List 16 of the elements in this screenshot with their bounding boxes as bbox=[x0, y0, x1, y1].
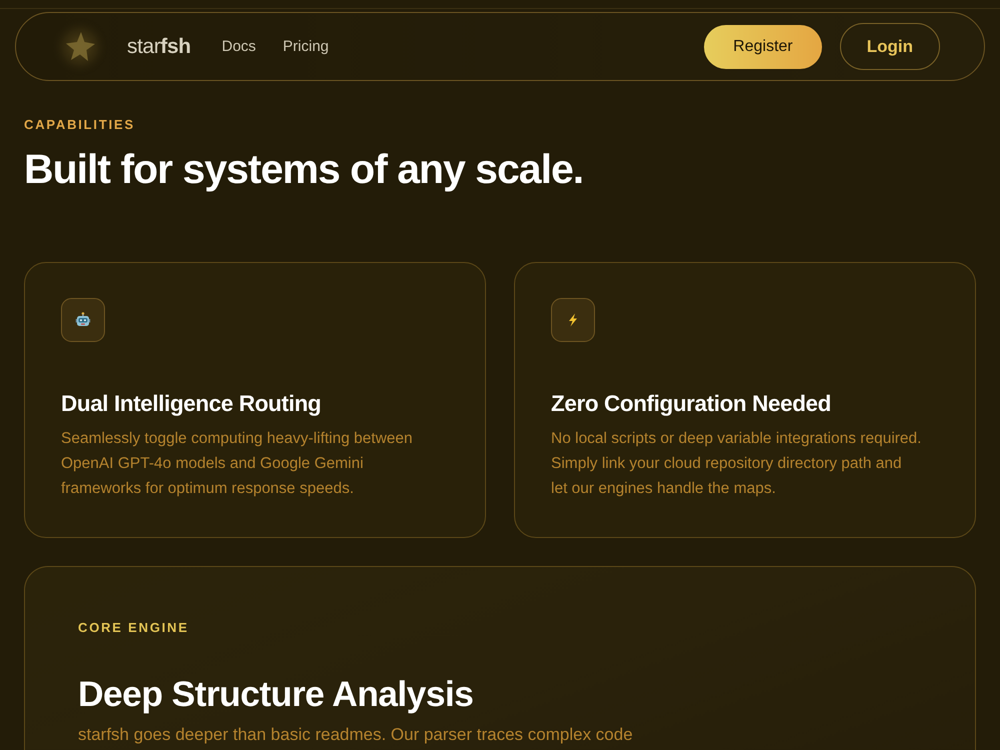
lightning-icon bbox=[551, 298, 595, 342]
feature-eyebrow: CORE ENGINE bbox=[78, 620, 190, 636]
feature-description: starfsh goes deeper than basic readmes. Our parser traces complex code bbox=[78, 725, 634, 745]
brand-name[interactable]: starfsh bbox=[127, 34, 191, 58]
card-description: No local scripts or deep variable integrations required. Simply link your cloud repository directory path and let our engines handle the maps. bbox=[551, 429, 922, 499]
card-title: Dual Intelligence Routing bbox=[61, 390, 322, 418]
section-eyebrow: CAPABILITIES bbox=[24, 117, 136, 133]
card-title: Zero Configuration Needed bbox=[551, 390, 832, 418]
feature-heading: Deep Structure Analysis bbox=[78, 673, 474, 715]
nav-link[interactable]: Pricing bbox=[282, 38, 329, 55]
register-button[interactable]: Register bbox=[704, 24, 822, 68]
nav-link[interactable]: Docs bbox=[222, 38, 256, 55]
robot-icon bbox=[61, 298, 105, 342]
login-button[interactable]: Login bbox=[840, 23, 940, 70]
section-heading: Built for systems of any scale. bbox=[24, 146, 584, 193]
card-description: Seamlessly toggle computing heavy-lifting between OpenAI GPT-4o models and Google Gemini frameworks for optimum response speeds. bbox=[61, 429, 414, 499]
